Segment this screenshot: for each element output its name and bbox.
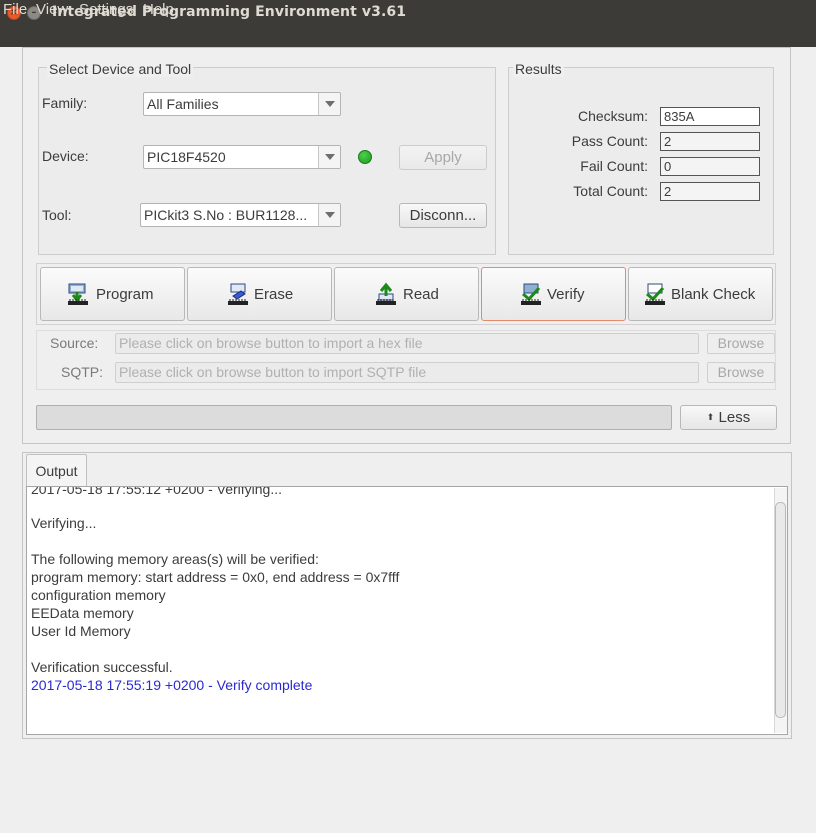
total-count-value: 2	[660, 182, 760, 201]
apply-button[interactable]: Apply	[399, 145, 487, 170]
sqtp-browse-button[interactable]: Browse	[707, 362, 775, 383]
disconnect-button[interactable]: Disconn...	[399, 203, 487, 228]
results-group-title: Results	[513, 61, 564, 77]
erase-button[interactable]: Erase	[187, 267, 332, 321]
device-select[interactable]: PIC18F4520	[143, 145, 341, 169]
source-input[interactable]: Please click on browse button to import …	[115, 333, 699, 354]
chevron-down-icon	[318, 93, 340, 115]
chevron-down-icon	[318, 204, 340, 226]
device-group-title: Select Device and Tool	[47, 61, 194, 77]
tool-select-value: PICkit3 S.No : BUR1128...	[144, 207, 308, 223]
menu-help[interactable]: Help	[143, 1, 174, 18]
fail-count-label: Fail Count:	[580, 158, 648, 174]
sqtp-label: SQTP:	[61, 364, 104, 380]
tool-select[interactable]: PICkit3 S.No : BUR1128...	[140, 203, 341, 227]
total-count-label: Total Count:	[573, 183, 648, 199]
family-label: Family:	[42, 95, 88, 111]
family-select-value: All Families	[147, 96, 219, 112]
menu-settings[interactable]: Settings	[79, 1, 133, 18]
log-line: Verification successful.	[31, 659, 173, 675]
pass-count-value: 2	[660, 132, 760, 151]
less-button[interactable]: ⬆ Less	[680, 405, 777, 430]
log-line: 2017-05-18 17:55:12 +0200 - Verifying...	[31, 486, 283, 497]
source-label: Source:	[50, 335, 99, 351]
output-log[interactable]: 2017-05-18 17:55:12 +0200 - Verifying...…	[26, 486, 788, 735]
checksum-value: 835A	[660, 107, 760, 126]
log-line: Verifying...	[31, 515, 97, 531]
erase-button-label: Erase	[254, 286, 294, 303]
menu-bar	[0, 26, 816, 47]
program-button-label: Program	[96, 286, 154, 303]
menu-file[interactable]: File	[3, 1, 27, 18]
log-line: EEData memory	[31, 605, 134, 621]
source-browse-button[interactable]: Browse	[707, 333, 775, 354]
read-button[interactable]: Read	[334, 267, 479, 321]
family-select[interactable]: All Families	[143, 92, 341, 116]
status-led-icon	[358, 150, 372, 164]
log-line: program memory: start address = 0x0, end…	[31, 569, 400, 585]
blank-check-button[interactable]: Blank Check	[628, 267, 773, 321]
verify-button[interactable]: Verify	[481, 267, 626, 321]
verify-icon	[521, 283, 541, 305]
pass-count-label: Pass Count:	[571, 133, 648, 149]
output-scroll-thumb[interactable]	[775, 502, 786, 718]
erase-icon	[228, 283, 248, 305]
read-button-label: Read	[403, 286, 439, 303]
log-line: 2017-05-18 17:55:19 +0200 - Verify compl…	[31, 677, 313, 693]
device-label: Device:	[42, 148, 89, 164]
log-line: User Id Memory	[31, 623, 131, 639]
log-line: The following memory areas(s) will be ve…	[31, 551, 319, 567]
tool-label: Tool:	[42, 207, 72, 223]
read-icon	[376, 282, 396, 305]
less-button-label: Less	[718, 409, 751, 426]
arrow-up-icon: ⬆	[706, 412, 715, 422]
log-line: configuration memory	[31, 587, 166, 603]
tab-output[interactable]: Output	[26, 454, 87, 486]
verify-button-label: Verify	[547, 286, 585, 303]
program-icon	[68, 283, 88, 305]
device-select-value: PIC18F4520	[147, 149, 226, 165]
chevron-down-icon	[318, 146, 340, 168]
fail-count-value: 0	[660, 157, 760, 176]
menu-view[interactable]: View	[36, 1, 68, 18]
progress-bar	[36, 405, 672, 430]
program-button[interactable]: Program	[40, 267, 185, 321]
blank-check-button-label: Blank Check	[671, 286, 756, 303]
checksum-label: Checksum:	[577, 108, 648, 124]
blank-check-icon	[645, 283, 665, 305]
sqtp-input[interactable]: Please click on browse button to import …	[115, 362, 699, 383]
